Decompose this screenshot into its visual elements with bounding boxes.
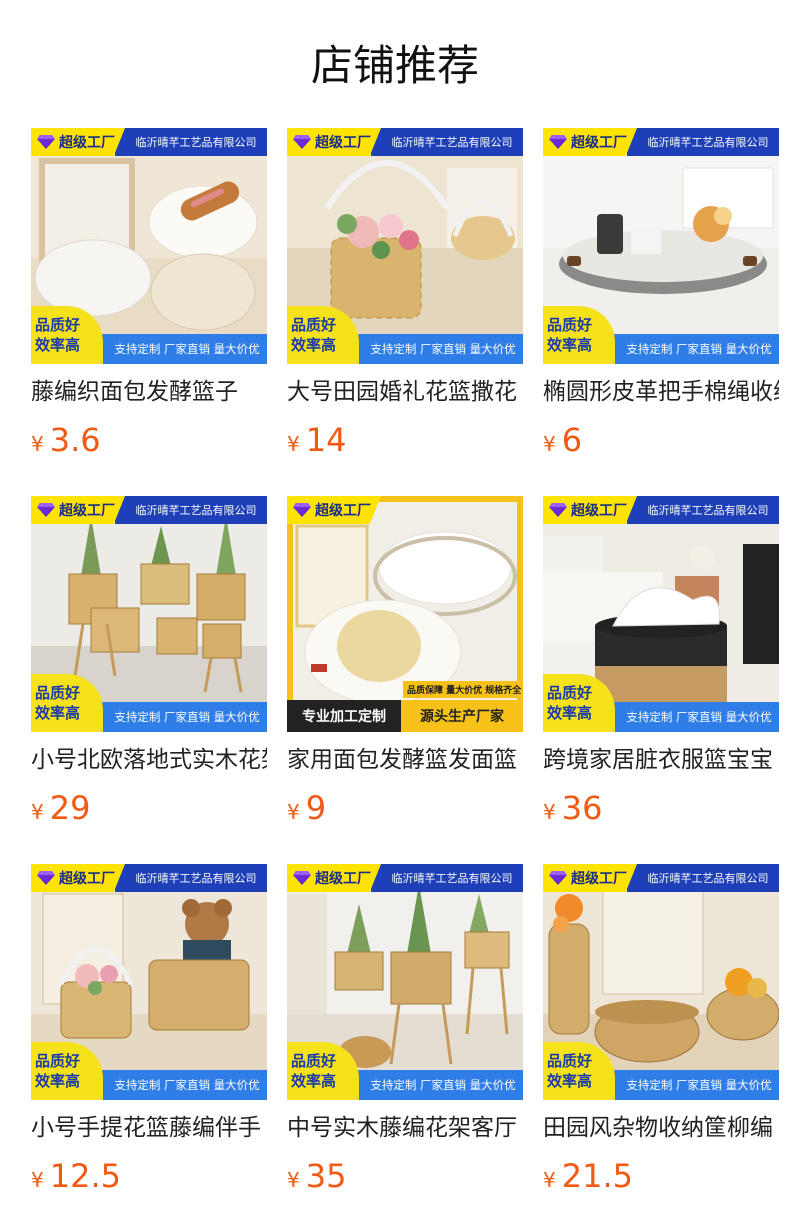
promo-strip: 专业加工定制 源头生产厂家 bbox=[287, 700, 523, 732]
source-factory-label: 源头生产厂家 bbox=[401, 700, 523, 732]
product-image[interactable]: 超级工厂 临沂晴芊工艺品有限公司 支持定制 厂家直销 量大价优 品质好 效率高 bbox=[31, 496, 267, 732]
product-card[interactable]: 超级工厂 临沂晴芊工艺品有限公司 支持定制 厂家直销 量大价优 品质好 效率高 大… bbox=[287, 128, 523, 468]
page-title: 店铺推荐 bbox=[310, 41, 479, 90]
factory-label: 超级工厂 bbox=[571, 135, 627, 151]
diamond-icon bbox=[293, 135, 311, 149]
product-price: ¥9 bbox=[287, 789, 327, 827]
custom-processing-label: 专业加工定制 bbox=[287, 700, 401, 732]
factory-label: 超级工厂 bbox=[315, 135, 371, 151]
company-name: 临沂晴芊工艺品有限公司 bbox=[371, 128, 523, 156]
product-name[interactable]: 椭圆形皮革把手棉绳收纳 bbox=[543, 376, 779, 408]
company-name: 临沂晴芊工艺品有限公司 bbox=[115, 128, 267, 156]
product-card[interactable]: 超级工厂 品质保障 量大价优 规格齐全 专业加工定制 源头生产厂家 家用面包发酵… bbox=[287, 496, 523, 836]
factory-badge: 超级工厂 bbox=[543, 128, 637, 156]
product-price: ¥14 bbox=[287, 421, 347, 459]
product-card[interactable]: 超级工厂 临沂晴芊工艺品有限公司 支持定制 厂家直销 量大价优 品质好 效率高 田… bbox=[543, 864, 779, 1204]
company-name: 临沂晴芊工艺品有限公司 bbox=[627, 864, 779, 892]
factory-badge: 超级工厂 bbox=[31, 128, 125, 156]
product-card[interactable]: 超级工厂 临沂晴芊工艺品有限公司 支持定制 厂家直销 量大价优 品质好 效率高 跨… bbox=[543, 496, 779, 836]
diamond-icon bbox=[549, 503, 567, 517]
factory-label: 超级工厂 bbox=[571, 871, 627, 887]
factory-label: 超级工厂 bbox=[571, 503, 627, 519]
product-image[interactable]: 超级工厂 临沂晴芊工艺品有限公司 支持定制 厂家直销 量大价优 品质好 效率高 bbox=[31, 864, 267, 1100]
factory-badge: 超级工厂 bbox=[31, 496, 125, 524]
product-name[interactable]: 小号手提花篮藤编伴手 bbox=[31, 1112, 267, 1144]
product-name[interactable]: 藤编织面包发酵篮子 bbox=[31, 376, 267, 408]
product-name[interactable]: 大号田园婚礼花篮撒花 bbox=[287, 376, 523, 408]
product-price: ¥12.5 bbox=[31, 1157, 121, 1195]
company-name: 临沂晴芊工艺品有限公司 bbox=[115, 864, 267, 892]
product-name[interactable]: 田园风杂物收纳筐柳编 bbox=[543, 1112, 779, 1144]
product-name[interactable]: 跨境家居脏衣服篮宝宝 bbox=[543, 744, 779, 776]
quality-badge: 品质好 效率高 bbox=[31, 674, 103, 732]
product-card[interactable]: 超级工厂 临沂晴芊工艺品有限公司 支持定制 厂家直销 量大价优 品质好 效率高 小… bbox=[31, 864, 267, 1204]
product-price: ¥29 bbox=[31, 789, 91, 827]
quality-badge: 品质好 效率高 bbox=[543, 674, 615, 732]
product-card[interactable]: 超级工厂 临沂晴芊工艺品有限公司 支持定制 厂家直销 量大价优 品质好 效率高 椭… bbox=[543, 128, 779, 468]
factory-label: 超级工厂 bbox=[59, 871, 115, 887]
quality-badge: 品质好 效率高 bbox=[543, 306, 615, 364]
product-price: ¥3.6 bbox=[31, 421, 101, 459]
factory-label: 超级工厂 bbox=[315, 503, 371, 519]
quality-badge: 品质好 效率高 bbox=[31, 1042, 103, 1100]
diamond-icon bbox=[549, 871, 567, 885]
product-image[interactable]: 超级工厂 临沂晴芊工艺品有限公司 支持定制 厂家直销 量大价优 品质好 效率高 bbox=[543, 496, 779, 732]
factory-label: 超级工厂 bbox=[59, 135, 115, 151]
product-image[interactable]: 超级工厂 临沂晴芊工艺品有限公司 支持定制 厂家直销 量大价优 品质好 效率高 bbox=[543, 128, 779, 364]
company-name: 临沂晴芊工艺品有限公司 bbox=[627, 128, 779, 156]
factory-badge: 超级工厂 bbox=[287, 128, 381, 156]
company-name: 临沂晴芊工艺品有限公司 bbox=[115, 496, 267, 524]
product-name[interactable]: 家用面包发酵篮发面篮 bbox=[287, 744, 523, 776]
product-price: ¥21.5 bbox=[543, 1157, 633, 1195]
feature-tags: 品质保障 量大价优 规格齐全 bbox=[403, 681, 523, 698]
product-price: ¥36 bbox=[543, 789, 603, 827]
factory-label: 超级工厂 bbox=[59, 503, 115, 519]
product-price: ¥35 bbox=[287, 1157, 347, 1195]
factory-badge: 超级工厂 bbox=[287, 864, 381, 892]
quality-badge: 品质好 效率高 bbox=[287, 1042, 359, 1100]
product-card[interactable]: 超级工厂 临沂晴芊工艺品有限公司 支持定制 厂家直销 量大价优 品质好 效率高 藤… bbox=[31, 128, 267, 468]
quality-badge: 品质好 效率高 bbox=[287, 306, 359, 364]
product-image[interactable]: 超级工厂 品质保障 量大价优 规格齐全 专业加工定制 源头生产厂家 bbox=[287, 496, 523, 732]
factory-badge: 超级工厂 bbox=[287, 496, 381, 524]
factory-badge: 超级工厂 bbox=[31, 864, 125, 892]
quality-badge: 品质好 效率高 bbox=[543, 1042, 615, 1100]
product-price: ¥6 bbox=[543, 421, 583, 459]
product-image[interactable]: 超级工厂 临沂晴芊工艺品有限公司 支持定制 厂家直销 量大价优 品质好 效率高 bbox=[543, 864, 779, 1100]
quality-badge: 品质好 效率高 bbox=[31, 306, 103, 364]
product-image[interactable]: 超级工厂 临沂晴芊工艺品有限公司 支持定制 厂家直销 量大价优 品质好 效率高 bbox=[287, 128, 523, 364]
diamond-icon bbox=[293, 503, 311, 517]
product-image[interactable]: 超级工厂 临沂晴芊工艺品有限公司 支持定制 厂家直销 量大价优 品质好 效率高 bbox=[31, 128, 267, 364]
product-card[interactable]: 超级工厂 临沂晴芊工艺品有限公司 支持定制 厂家直销 量大价优 品质好 效率高 小… bbox=[31, 496, 267, 836]
product-image[interactable]: 超级工厂 临沂晴芊工艺品有限公司 支持定制 厂家直销 量大价优 品质好 效率高 bbox=[287, 864, 523, 1100]
diamond-icon bbox=[37, 503, 55, 517]
diamond-icon bbox=[37, 871, 55, 885]
product-name[interactable]: 中号实木藤编花架客厅 bbox=[287, 1112, 523, 1144]
company-name: 临沂晴芊工艺品有限公司 bbox=[371, 864, 523, 892]
diamond-icon bbox=[549, 135, 567, 149]
factory-badge: 超级工厂 bbox=[543, 496, 637, 524]
diamond-icon bbox=[37, 135, 55, 149]
product-card[interactable]: 超级工厂 临沂晴芊工艺品有限公司 支持定制 厂家直销 量大价优 品质好 效率高 中… bbox=[287, 864, 523, 1204]
company-name: 临沂晴芊工艺品有限公司 bbox=[627, 496, 779, 524]
product-name[interactable]: 小号北欧落地式实木花架 bbox=[31, 744, 267, 776]
diamond-icon bbox=[293, 871, 311, 885]
factory-label: 超级工厂 bbox=[315, 871, 371, 887]
factory-badge: 超级工厂 bbox=[543, 864, 637, 892]
